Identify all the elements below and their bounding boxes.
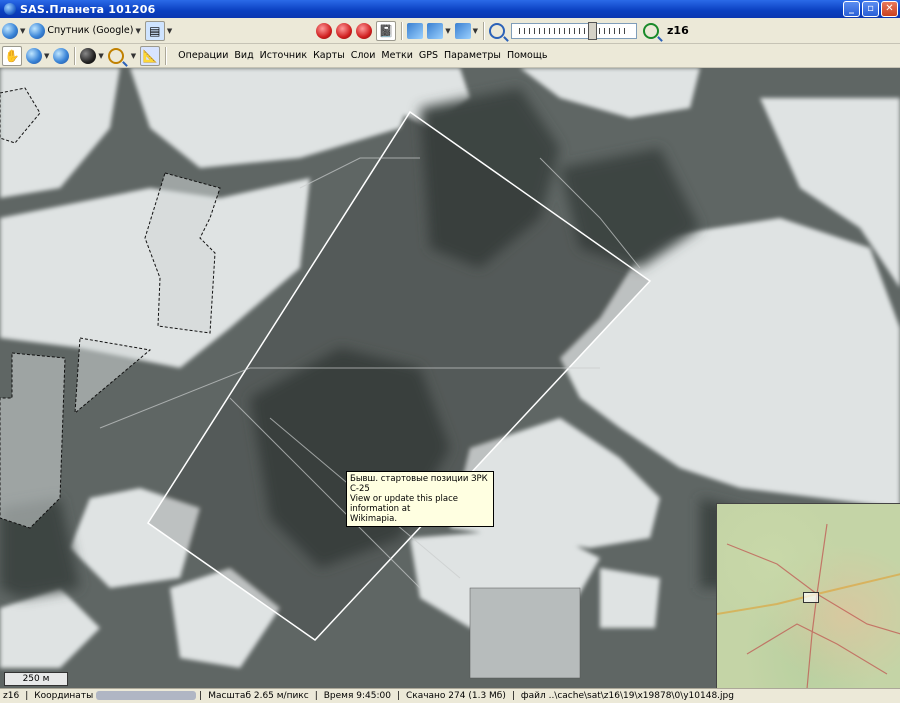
maximize-button[interactable]: ▫ [862, 1, 879, 17]
tooltip-line: View or update this place information at [350, 494, 459, 514]
mini-map-view-marker[interactable] [803, 592, 819, 603]
secondary-toolbar: ✋ ▼ ▼ ▼ 📐 Операции Вид Источник Карты Сл… [0, 44, 900, 68]
add-polygon-button[interactable]: ▼ [453, 21, 480, 41]
zoom-in-icon [643, 22, 660, 39]
layers-dropdown[interactable]: ▤ ▼ [143, 20, 174, 41]
menu-item-operations[interactable]: Операции [175, 50, 231, 61]
zoom-out-button[interactable] [487, 21, 507, 41]
dropdown-arrow-icon: ▼ [166, 26, 173, 35]
status-scale: Масштаб 2.65 м/пикс [208, 691, 309, 701]
status-zoom: z16 [3, 691, 20, 701]
zoom-level-label: z16 [667, 24, 689, 37]
app-icon [4, 3, 16, 15]
map-source-dropdown[interactable]: Спутник (Google) ▼ [27, 21, 142, 41]
map-type-button[interactable]: ▼ [0, 21, 27, 41]
menu-item-maps[interactable]: Карты [310, 50, 348, 61]
window-title: SAS.Планета 101206 [20, 2, 156, 16]
add-path-icon [427, 22, 444, 39]
minimize-button[interactable]: _ [843, 1, 860, 17]
notebook-icon: 📓 [376, 20, 397, 41]
hand-icon: ✋ [2, 45, 22, 66]
tooltip-title: Бывш. стартовые позиции ЗРК С-25 [350, 474, 488, 494]
gps-track-icon [356, 22, 373, 39]
dropdown-arrow-icon: ▼ [130, 51, 137, 60]
dropdown-arrow-icon: ▼ [445, 26, 451, 35]
map-source-label: Спутник (Google) [47, 25, 134, 36]
menu-item-settings[interactable]: Параметры [441, 50, 504, 61]
title-bar: SAS.Планета 101206 _ ▫ ✕ [0, 0, 900, 18]
status-bar: z16 | Координаты | Масштаб 2.65 м/пикс |… [0, 688, 900, 703]
close-button[interactable]: ✕ [881, 1, 898, 17]
menu-item-layers[interactable]: Слои [348, 50, 379, 61]
main-menu: Операции Вид Источник Карты Слои Метки G… [175, 50, 550, 61]
scale-bar: 250 м [4, 672, 68, 686]
search-button[interactable]: ▼ [106, 46, 138, 66]
globe-icon [2, 22, 18, 39]
dropdown-arrow-icon: ▼ [20, 26, 26, 35]
ruler-button[interactable]: 📐 [138, 45, 162, 66]
tooltip-link[interactable]: Wikimapia. [350, 514, 490, 524]
zoom-slider-thumb[interactable] [588, 21, 598, 40]
map-view[interactable]: 250 м Бывш. стартовые позиции ЗРК С-25 V… [0, 68, 900, 688]
fullscreen-icon [53, 47, 70, 64]
gps-start-button[interactable] [314, 21, 334, 41]
gps-settings-button[interactable]: 📓 [374, 20, 398, 41]
search-icon [107, 47, 124, 64]
gps-icon [316, 22, 333, 39]
dropdown-arrow-icon: ▼ [98, 51, 104, 60]
place-tooltip: Бывш. стартовые позиции ЗРК С-25 View or… [346, 471, 494, 527]
add-polygon-icon [454, 22, 471, 39]
status-coords-redacted [96, 691, 197, 700]
satellite-globe-icon [29, 22, 46, 39]
add-path-button[interactable]: ▼ [425, 21, 452, 41]
add-mark-icon [407, 22, 424, 39]
gps-track-button[interactable] [354, 21, 374, 41]
menu-item-gps[interactable]: GPS [416, 50, 441, 61]
ruler-icon: 📐 [140, 45, 161, 66]
status-downloaded: Скачано 274 (1.3 Мб) [405, 691, 506, 701]
add-point-button[interactable] [405, 21, 425, 41]
menu-item-source[interactable]: Источник [257, 50, 310, 61]
gps-stop-button[interactable] [334, 21, 354, 41]
dropdown-arrow-icon: ▼ [472, 26, 479, 35]
zoom-slider[interactable] [511, 21, 638, 40]
dropdown-arrow-icon: ▼ [135, 26, 141, 35]
menu-item-marks[interactable]: Метки [378, 50, 416, 61]
mini-map[interactable] [716, 503, 900, 688]
select-globe-icon [26, 47, 42, 64]
status-file: файл ..\cache\sat\z16\19\x19878\0\y10148… [520, 691, 734, 701]
main-toolbar: ▼ Спутник (Google) ▼ ▤ ▼ 📓 ▼ ▼ z16 [0, 18, 900, 44]
menu-item-view[interactable]: Вид [231, 50, 256, 61]
gps-stop-icon [336, 22, 353, 39]
dropdown-arrow-icon: ▼ [44, 51, 50, 60]
zoom-in-button[interactable] [641, 21, 661, 41]
fullscreen-button[interactable] [51, 46, 71, 66]
status-time: Время 9:45:00 [323, 691, 391, 701]
status-coords-label: Координаты [34, 691, 94, 701]
projection-button[interactable]: ▼ [78, 46, 105, 66]
hand-tool-button[interactable]: ✋ [0, 45, 24, 66]
layers-icon: ▤ [144, 20, 165, 41]
dark-globe-icon [80, 47, 97, 64]
select-tool-button[interactable]: ▼ [24, 46, 51, 66]
menu-item-help[interactable]: Помощь [504, 50, 550, 61]
zoom-out-icon [489, 22, 506, 39]
